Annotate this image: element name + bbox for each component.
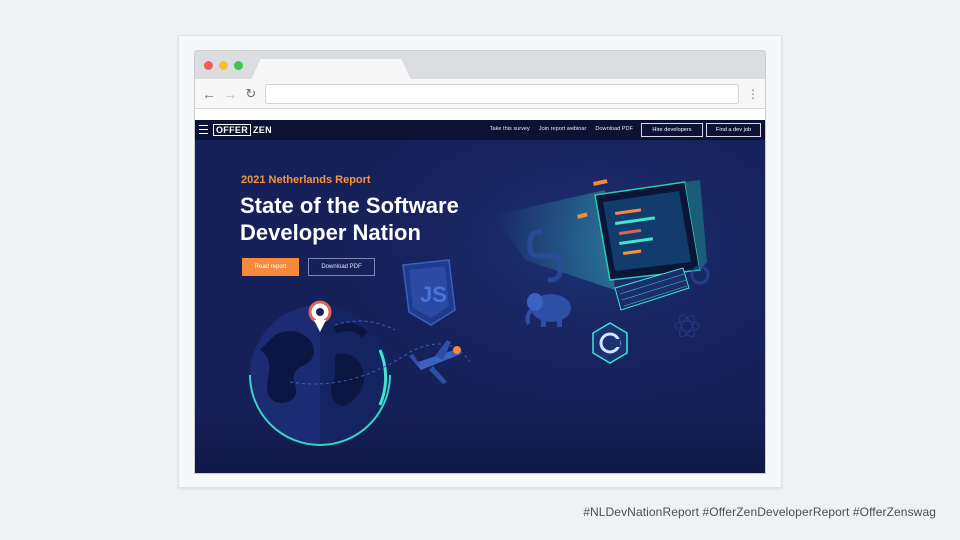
logo-plain-text: ZEN <box>253 125 272 135</box>
nav-link-join-webinar[interactable]: Join report webinar <box>539 126 587 132</box>
minimize-window-icon[interactable] <box>219 61 228 70</box>
nav-link-take-survey[interactable]: Take this survey <box>490 126 530 132</box>
browser-toolbar: ← → ↻ ⋮ <box>195 79 765 109</box>
tab-bar <box>195 51 765 80</box>
hashtags-caption: #NLDevNationReport #OfferZenDeveloperRep… <box>583 505 936 519</box>
monitor-icon <box>594 180 707 281</box>
vertical-dots-icon[interactable]: ⋮ <box>747 86 759 102</box>
maximize-window-icon[interactable] <box>234 61 243 70</box>
nav-link-download-pdf[interactable]: Download PDF <box>595 126 633 132</box>
svg-text:JS: JS <box>420 282 447 307</box>
title-line-2: Developer Nation <box>240 220 421 245</box>
close-window-icon[interactable] <box>204 61 213 70</box>
address-bar[interactable] <box>265 84 739 104</box>
hire-developers-button[interactable]: Hire developers <box>641 123 703 137</box>
report-eyebrow: 2021 Netherlands Report <box>241 174 371 186</box>
page-title: State of the Software Developer Nation <box>240 192 520 246</box>
offerzen-logo[interactable]: OFFER ZEN <box>213 124 272 136</box>
read-report-button[interactable]: Read report <box>242 258 299 276</box>
back-arrow-icon[interactable]: ← <box>201 86 217 102</box>
offerzen-report-page: JS OFFER ZEN Take this survey Join repor… <box>195 120 765 473</box>
logo-boxed-text: OFFER <box>213 124 251 136</box>
find-dev-job-button[interactable]: Find a dev job <box>706 123 761 137</box>
download-pdf-button[interactable]: Download PDF <box>308 258 375 276</box>
toolbar-spacer <box>195 109 765 120</box>
forward-arrow-icon[interactable]: → <box>222 86 238 102</box>
browser-window: ← → ↻ ⋮ JS OFFER ZEN Take this survey Jo… <box>194 50 766 474</box>
reload-icon[interactable]: ↻ <box>243 86 259 102</box>
hamburger-menu-icon[interactable] <box>199 125 208 134</box>
title-line-1: State of the Software <box>240 193 459 218</box>
browser-tab[interactable] <box>251 59 411 80</box>
top-links: Take this survey Join report webinar Dow… <box>490 126 633 132</box>
site-navbar: OFFER ZEN Take this survey Join report w… <box>195 120 765 140</box>
